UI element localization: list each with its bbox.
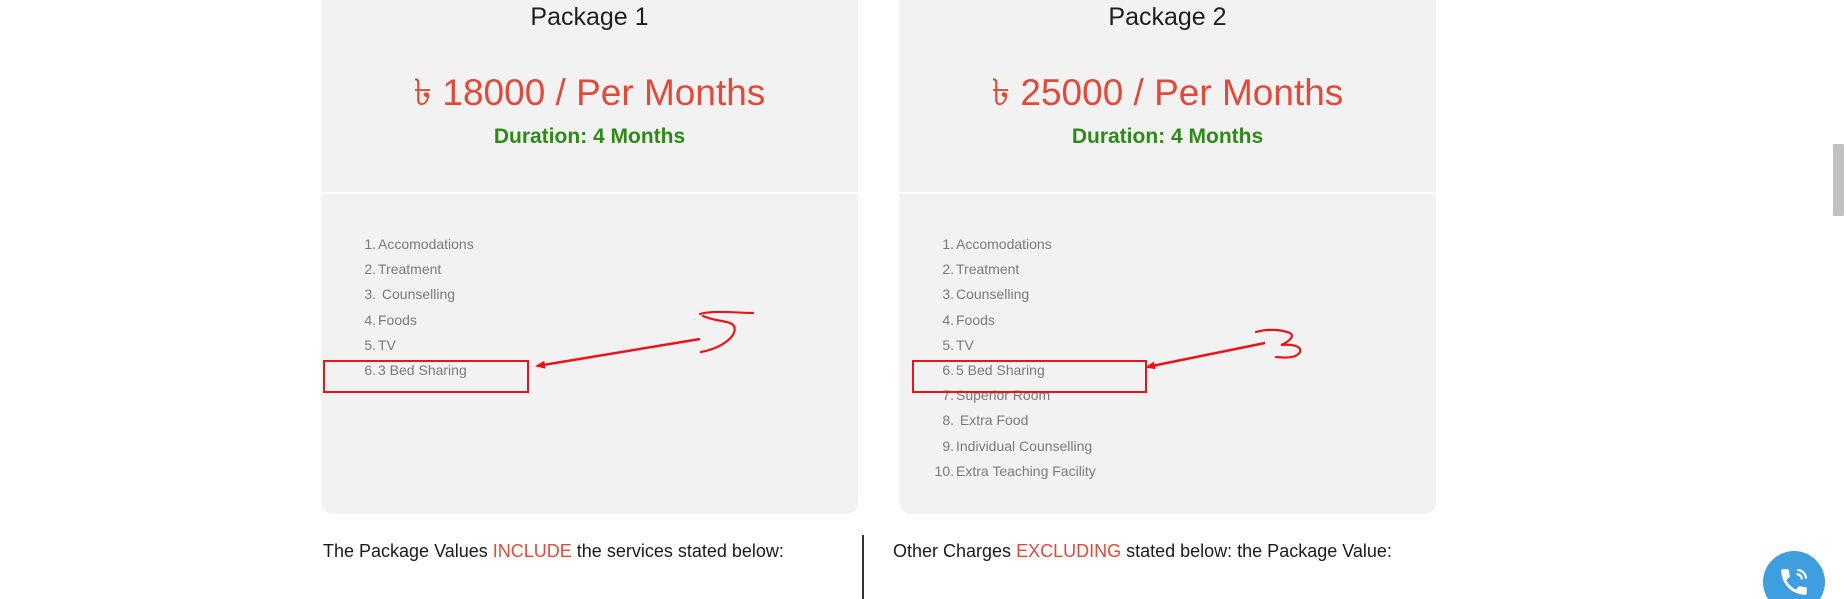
include-heading-prefix: The Package Values	[323, 541, 493, 561]
list-number: 5.	[942, 336, 954, 353]
list-item: 8. Extra Food	[942, 411, 1096, 436]
call-button[interactable]	[1763, 551, 1825, 599]
list-number: 8.	[942, 412, 954, 429]
list-number: 10.	[934, 462, 954, 479]
exclude-heading-prefix: Other Charges	[893, 541, 1017, 561]
exclude-heading-suffix: stated below: the Package Value:	[1121, 541, 1392, 561]
list-item: 1. Accomodations	[942, 235, 1096, 260]
list-item: 3. Counselling	[364, 285, 474, 310]
package-1-card: Package 1 ৳ 18000 / Per Months Duration:…	[321, 0, 858, 514]
list-item-label: Accomodations	[956, 236, 1052, 252]
package-1-title: Package 1	[530, 3, 649, 31]
list-item-label: Accomodations	[378, 236, 474, 252]
list-item: 4. Foods	[364, 311, 474, 336]
card-divider	[899, 192, 1436, 194]
list-item: 9. Individual Counselling	[942, 437, 1096, 462]
list-item: 5. TV	[364, 336, 474, 361]
package-2-card: Package 2 ৳ 25000 / Per Months Duration:…	[899, 0, 1436, 514]
list-item-label: TV	[956, 336, 974, 353]
list-item: 2. Treatment	[364, 260, 474, 285]
card-divider	[321, 192, 858, 194]
list-item: 10. Extra Teaching Facility	[935, 462, 1096, 487]
list-item-label: Foods	[378, 311, 417, 328]
column-divider	[862, 535, 864, 599]
list-item-label: Counselling	[378, 286, 456, 303]
list-number: 2.	[942, 261, 954, 278]
list-number: 4.	[942, 311, 954, 328]
phone-icon	[1781, 568, 1808, 595]
package-2-price: ৳ 25000 / Per Months	[991, 72, 1344, 113]
list-number: 9.	[942, 437, 954, 454]
list-number: 3.	[364, 286, 376, 303]
package-2-duration: Duration: 4 Months	[1071, 125, 1264, 148]
package-1-price: ৳ 18000 / Per Months	[413, 72, 766, 113]
exclude-heading: Other Charges EXCLUDING stated below: th…	[893, 541, 1392, 562]
list-number: 3.	[942, 286, 954, 303]
list-number: 4.	[364, 311, 376, 328]
list-item-label: Individual Counselling	[956, 437, 1093, 454]
list-item: 2. Treatment	[942, 260, 1096, 285]
list-item-label: TV	[378, 336, 396, 353]
list-item-label: Treatment	[956, 261, 1020, 278]
list-number: 1.	[942, 236, 954, 252]
list-number: 1.	[364, 236, 376, 252]
list-item-label: Foods	[956, 311, 995, 328]
list-item-label: Counselling	[956, 286, 1030, 303]
highlight-box-package-1	[323, 360, 529, 393]
list-number: 5.	[364, 336, 376, 353]
scrollbar-thumb[interactable]	[1833, 144, 1844, 216]
highlight-box-package-2	[912, 360, 1147, 393]
list-item: 1. Accomodations	[364, 235, 474, 260]
include-keyword: INCLUDE	[492, 541, 572, 561]
scrollbar[interactable]	[1829, 0, 1846, 599]
list-number: 2.	[364, 261, 376, 278]
include-heading-suffix: the services stated below:	[571, 541, 784, 561]
list-item-label: Extra Teaching Facility	[956, 462, 1096, 479]
list-item: 4. Foods	[942, 311, 1096, 336]
list-item-label: Treatment	[378, 261, 442, 278]
list-item: 3. Counselling	[942, 285, 1096, 310]
package-2-title: Package 2	[1108, 3, 1227, 31]
list-item-label: Extra Food	[956, 412, 1029, 429]
package-1-duration: Duration: 4 Months	[493, 125, 686, 148]
list-item: 5. TV	[942, 336, 1096, 361]
include-heading: The Package Values INCLUDE the services …	[323, 541, 784, 562]
exclude-keyword: EXCLUDING	[1016, 541, 1122, 561]
